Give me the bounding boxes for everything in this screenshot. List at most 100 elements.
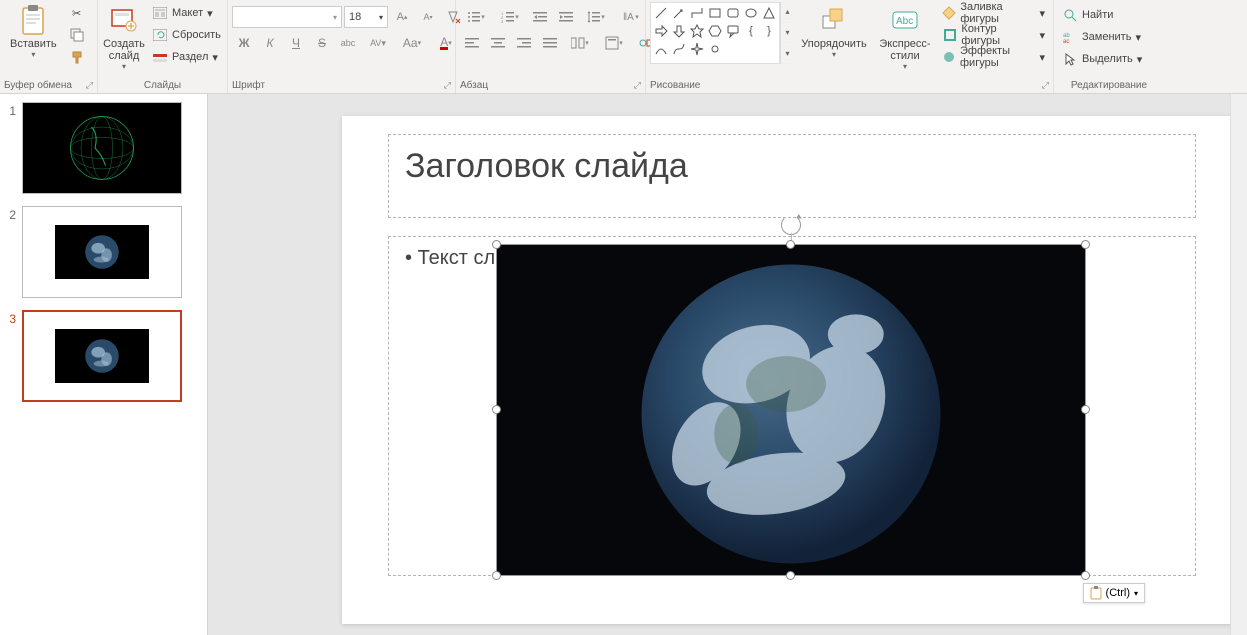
caret-icon: ▾ xyxy=(31,50,35,59)
cut-button[interactable]: ✂ xyxy=(65,2,89,24)
resize-handle-s[interactable] xyxy=(786,571,795,580)
increase-font-button[interactable]: A▴ xyxy=(390,6,414,28)
shape-sun[interactable] xyxy=(706,40,724,58)
shape-roundrect[interactable] xyxy=(724,4,742,22)
shape-hexagon[interactable] xyxy=(706,22,724,40)
underline-button[interactable]: Ч xyxy=(284,32,308,54)
reset-button[interactable]: Сбросить xyxy=(148,24,225,46)
resize-handle-se[interactable] xyxy=(1081,571,1090,580)
resize-handle-ne[interactable] xyxy=(1081,240,1090,249)
align-right-button[interactable] xyxy=(512,32,536,54)
new-slide-icon xyxy=(108,4,140,36)
change-case-button[interactable]: Aa▾ xyxy=(396,32,428,54)
numbering-button[interactable]: 123▾ xyxy=(494,6,526,28)
group-drawing: { } ▴▾▾ Упорядочить ▾ Abc Экспресс-стили… xyxy=(646,0,1054,93)
find-button[interactable]: Найти xyxy=(1058,4,1146,26)
shape-effects-button[interactable]: Эффекты фигуры▾ xyxy=(938,46,1049,68)
section-button[interactable]: Раздел▾ xyxy=(148,46,225,68)
decrease-font-button[interactable]: A▾ xyxy=(416,6,440,28)
paste-button[interactable]: Вставить ▾ xyxy=(4,2,63,61)
section-icon xyxy=(152,49,168,65)
group-paragraph: ▾ 123▾ ▾ ‖A▾ ▾ ▾ ▾ Абзац⤢ xyxy=(456,0,646,93)
svg-text:ac: ac xyxy=(1063,39,1069,44)
thumbnail-3[interactable]: 3 xyxy=(4,310,203,402)
align-center-button[interactable] xyxy=(486,32,510,54)
increase-indent-button[interactable] xyxy=(554,6,578,28)
shapes-scroll[interactable]: ▴▾▾ xyxy=(780,2,794,64)
arrange-icon xyxy=(818,4,850,36)
svg-text:Abc: Abc xyxy=(896,16,913,27)
resize-handle-sw[interactable] xyxy=(492,571,501,580)
align-left-button[interactable] xyxy=(460,32,484,54)
font-name-combo[interactable]: ▾ xyxy=(232,6,342,28)
scissors-icon: ✂ xyxy=(69,5,85,21)
shape-connector[interactable] xyxy=(688,4,706,22)
thumbnail-preview[interactable] xyxy=(22,206,182,298)
thumbnail-2[interactable]: 2 xyxy=(4,206,203,298)
resize-handle-nw[interactable] xyxy=(492,240,501,249)
brush-icon xyxy=(69,49,85,65)
shape-rbrace[interactable]: } xyxy=(760,22,778,40)
group-slides: Создать слайд ▾ Макет▾ Сбросить Раздел▾ … xyxy=(98,0,228,93)
slide-canvas[interactable]: Заголовок слайда Текст сл xyxy=(342,116,1244,624)
vertical-scrollbar[interactable] xyxy=(1230,94,1247,635)
svg-text:3: 3 xyxy=(501,19,504,23)
bullets-button[interactable]: ▾ xyxy=(460,6,492,28)
font-size-combo[interactable]: 18▾ xyxy=(344,6,388,28)
clipboard-dialog-launcher[interactable]: ⤢ xyxy=(86,80,93,91)
title-placeholder[interactable]: Заголовок слайда xyxy=(388,134,1196,218)
decrease-indent-button[interactable] xyxy=(528,6,552,28)
resize-handle-n[interactable] xyxy=(786,240,795,249)
shape-arrow-d[interactable] xyxy=(670,22,688,40)
shape-lbrace[interactable]: { xyxy=(742,22,760,40)
arrange-button[interactable]: Упорядочить ▾ xyxy=(796,2,872,61)
workspace: 1 2 3 З xyxy=(0,94,1247,635)
columns-button[interactable]: ▾ xyxy=(564,32,596,54)
shape-oval[interactable] xyxy=(742,4,760,22)
shape-rect[interactable] xyxy=(706,4,724,22)
text-direction-button[interactable]: ‖A▾ xyxy=(614,6,646,28)
bold-button[interactable]: Ж xyxy=(232,32,256,54)
copy-button[interactable] xyxy=(65,24,89,46)
effects-icon xyxy=(942,49,956,65)
select-button[interactable]: Выделить▾ xyxy=(1058,48,1146,70)
slide-editor[interactable]: Заголовок слайда Текст сл xyxy=(208,94,1247,635)
align-text-button[interactable]: ▾ xyxy=(598,32,630,54)
italic-button[interactable]: К xyxy=(258,32,282,54)
format-painter-button[interactable] xyxy=(65,46,89,68)
line-spacing-button[interactable]: ▾ xyxy=(580,6,612,28)
layout-icon xyxy=(152,5,168,21)
shadow-button[interactable]: abc xyxy=(336,32,360,54)
shape-freeform[interactable] xyxy=(670,40,688,58)
font-dialog-launcher[interactable]: ⤢ xyxy=(444,80,451,91)
new-slide-button[interactable]: Создать слайд ▾ xyxy=(102,2,146,73)
char-spacing-button[interactable]: AV▾ xyxy=(362,32,394,54)
shape-4star[interactable] xyxy=(688,40,706,58)
replace-button[interactable]: abacЗаменить▾ xyxy=(1058,26,1146,48)
resize-handle-e[interactable] xyxy=(1081,405,1090,414)
strike-button[interactable]: S xyxy=(310,32,334,54)
justify-button[interactable] xyxy=(538,32,562,54)
shapes-gallery[interactable]: { } xyxy=(650,2,780,64)
layout-button[interactable]: Макет▾ xyxy=(148,2,225,24)
thumbnail-preview[interactable] xyxy=(22,102,182,194)
thumbnail-preview[interactable] xyxy=(22,310,182,402)
quick-styles-button[interactable]: Abc Экспресс-стили ▾ xyxy=(874,2,936,73)
selected-image[interactable]: (Ctrl) ▾ xyxy=(496,244,1086,576)
paragraph-dialog-launcher[interactable]: ⤢ xyxy=(634,80,641,91)
shape-arrow-r[interactable] xyxy=(652,22,670,40)
shape-outline-button[interactable]: Контур фигуры▾ xyxy=(938,24,1049,46)
shape-star[interactable] xyxy=(688,22,706,40)
drawing-dialog-launcher[interactable]: ⤢ xyxy=(1042,80,1049,91)
rotate-handle[interactable] xyxy=(781,215,801,235)
resize-handle-w[interactable] xyxy=(492,405,501,414)
paste-options-button[interactable]: (Ctrl) ▾ xyxy=(1083,583,1145,603)
thumbnail-panel[interactable]: 1 2 3 xyxy=(0,94,208,635)
shape-arc[interactable] xyxy=(652,40,670,58)
thumbnail-1[interactable]: 1 xyxy=(4,102,203,194)
shape-line-arrow[interactable] xyxy=(670,4,688,22)
shape-callout[interactable] xyxy=(724,22,742,40)
shape-line[interactable] xyxy=(652,4,670,22)
shape-fill-button[interactable]: Заливка фигуры▾ xyxy=(938,2,1049,24)
shape-triangle[interactable] xyxy=(760,4,778,22)
